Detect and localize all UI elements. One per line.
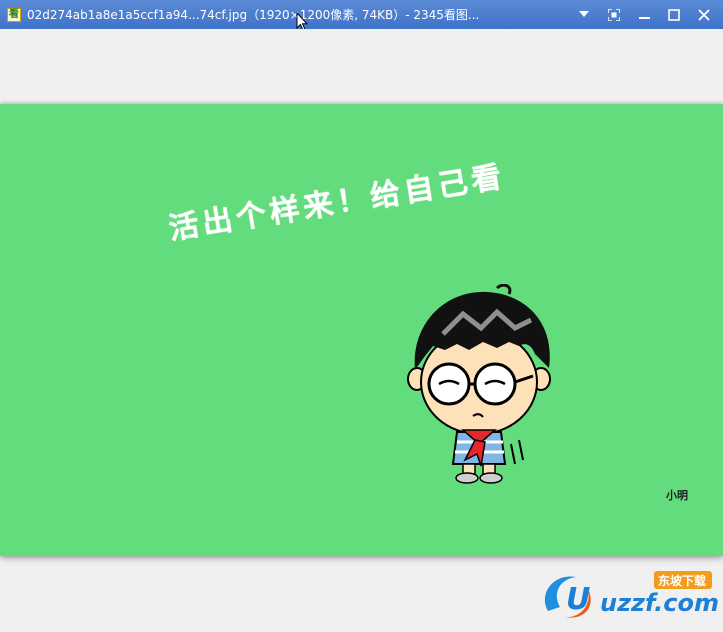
cartoon-boy-illustration: [407, 284, 551, 484]
title-bar[interactable]: 看 02d274ab1a8e1a5ccf1a94...74cf.jpg（1920…: [0, 0, 723, 32]
close-button[interactable]: [689, 0, 719, 29]
minimize-button[interactable]: [629, 0, 659, 29]
window-title: 02d274ab1a8e1a5ccf1a94...74cf.jpg（1920×1…: [27, 8, 480, 22]
minimize-icon: [638, 17, 650, 19]
dropdown-button[interactable]: [569, 0, 599, 29]
window-controls: [569, 0, 719, 29]
slogan-text: 活出个样来！给自己看: [166, 159, 508, 248]
fullscreen-button[interactable]: [599, 0, 629, 29]
maximize-icon: [668, 8, 680, 21]
uzzf-watermark-logo: U uzzf.com 东坡下载: [544, 571, 718, 618]
dropdown-icon: [579, 11, 589, 17]
image-canvas[interactable]: 活出个样来！给自己看 小明 U uzzf.com 东坡下载: [0, 29, 723, 632]
maximize-button[interactable]: [659, 0, 689, 29]
close-icon: [698, 8, 710, 21]
image-viewer-window: 看 02d274ab1a8e1a5ccf1a94...74cf.jpg（1920…: [0, 0, 723, 632]
svg-text:U: U: [566, 582, 590, 617]
fullscreen-icon: [608, 8, 620, 21]
watermark-brand-text: uzzf.com: [600, 589, 718, 617]
displayed-image[interactable]: 活出个样来！给自己看 小明: [0, 104, 723, 556]
app-icon: 看: [7, 7, 21, 22]
artist-signature: 小明: [666, 489, 688, 502]
watermark-tag-text: 东坡下载: [658, 573, 706, 588]
